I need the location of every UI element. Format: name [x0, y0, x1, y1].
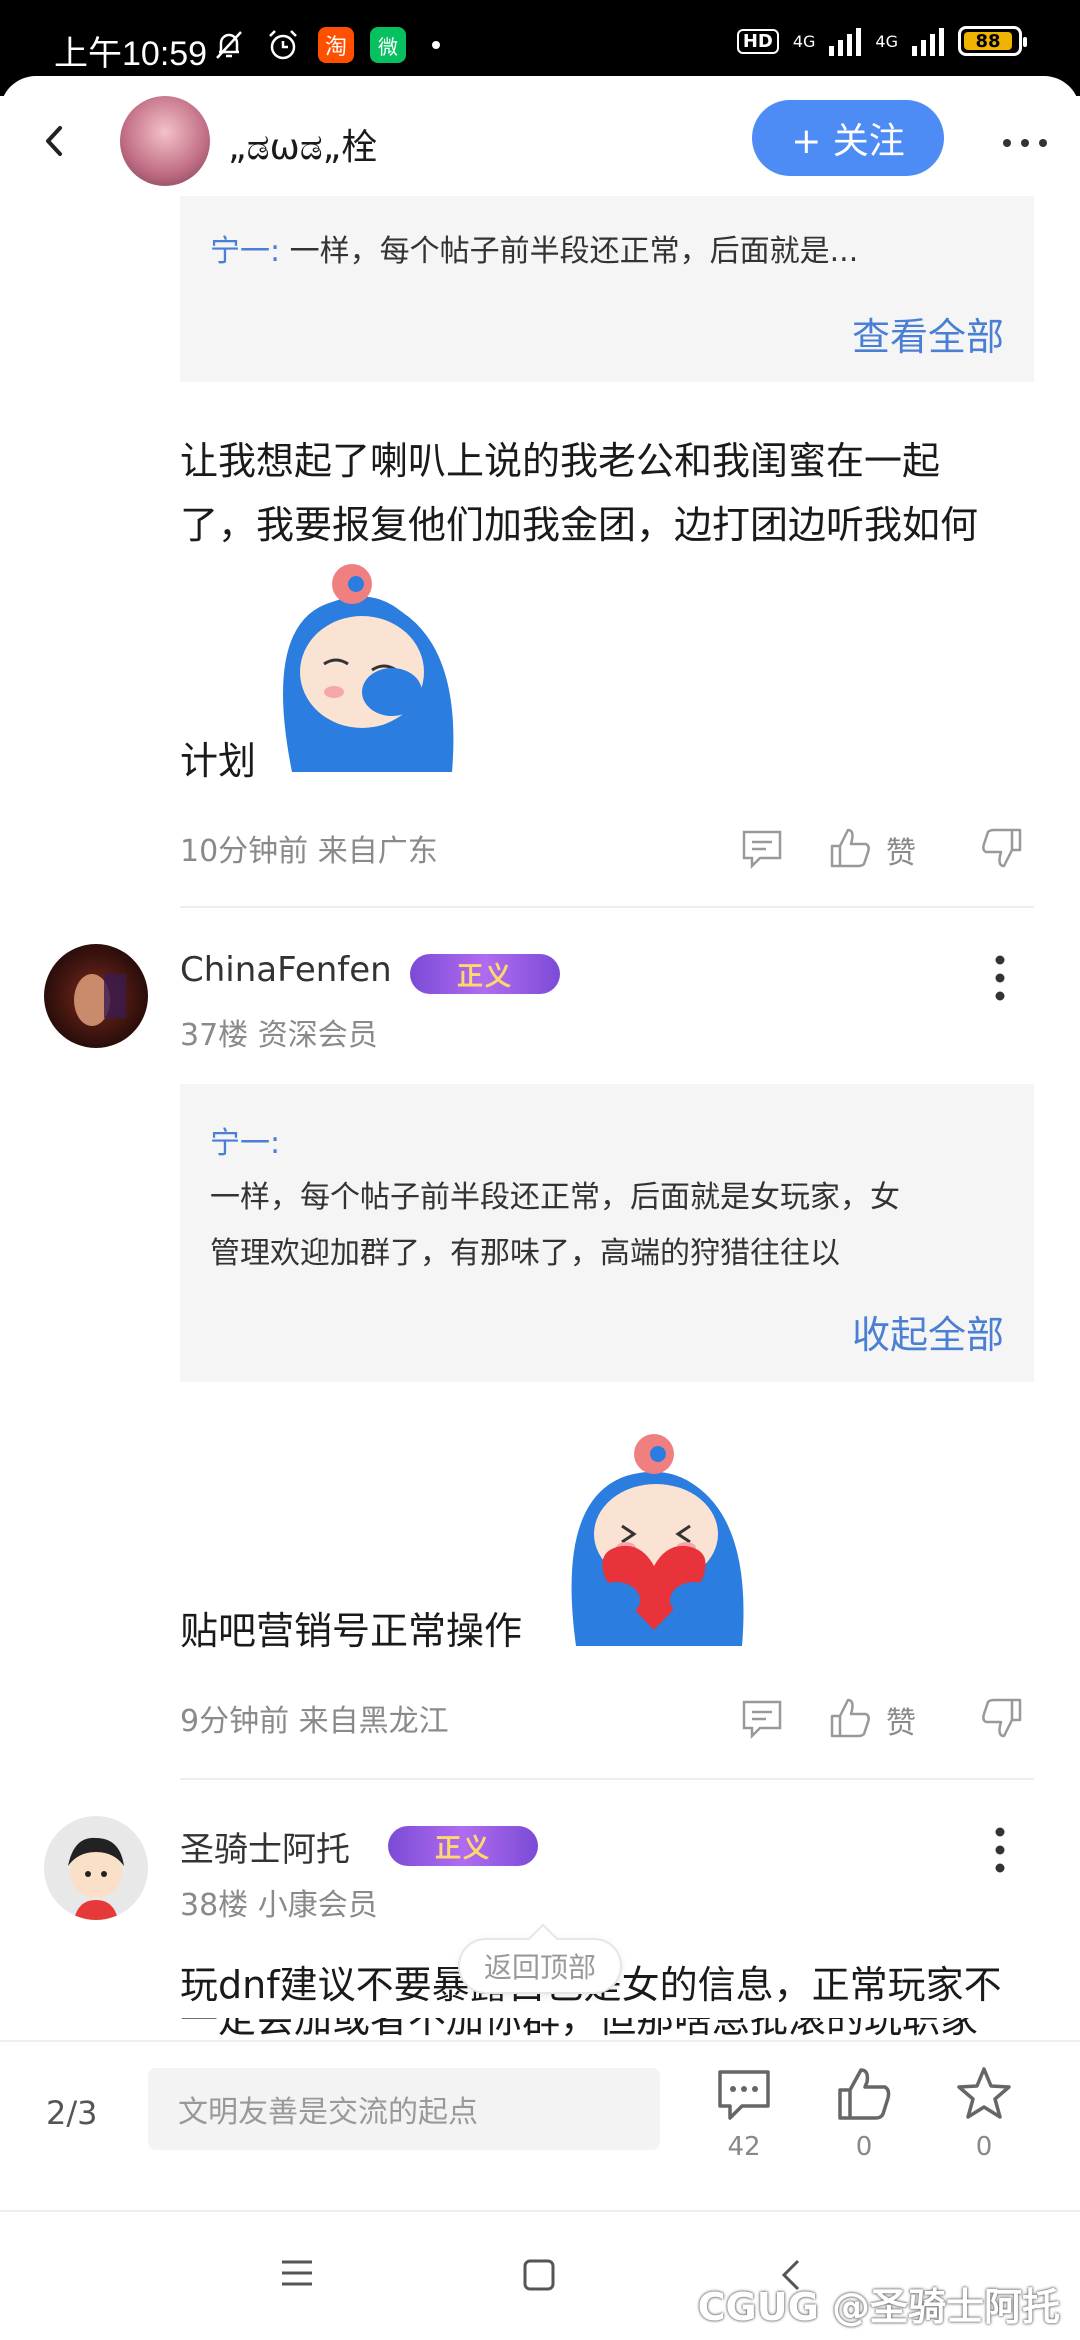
comment-meta: 9分钟前 来自黑龙江	[180, 1704, 449, 1739]
mute-bell-icon	[210, 26, 248, 64]
commenter-name[interactable]: 圣骑士阿托	[180, 1822, 350, 1871]
more-notifications-dot	[432, 41, 440, 49]
comment-options-icon[interactable]	[994, 954, 1006, 1002]
alarm-clock-icon	[264, 26, 302, 64]
thumbs-up-icon	[838, 2068, 891, 2120]
dislike-icon[interactable]	[980, 826, 1024, 870]
post-actions: 赞	[740, 820, 1040, 880]
quoted-reply-author[interactable]: 宁一:	[210, 234, 280, 269]
commenter-avatar[interactable]	[44, 1816, 148, 1920]
author-avatar[interactable]	[120, 96, 210, 186]
status-notification-icons: 淘 微	[210, 26, 440, 64]
quoted-reply-box[interactable]: 宁一: 一样，每个帖子前半段还正常，后面就是... 查看全部	[180, 196, 1034, 382]
member-badge: 正义	[388, 1826, 538, 1866]
watermark: CGUG @圣骑士阿托	[697, 2285, 1060, 2329]
emoji-sticker-facepalm	[283, 564, 454, 772]
comment-bubble-icon	[718, 2070, 770, 2120]
comment-body-line-text: 一定会加或者不加你群，但那啥急批滚的玩职家	[180, 2018, 979, 2040]
quoted-reply-content: 一样，每个帖子前半段还正常，后面就是女玩家，女 管理欢迎加群了，有那味了，高端的…	[210, 1170, 1010, 1282]
post-body-line: 让我想起了喇叭上说的我老公和我闺蜜在一起	[180, 439, 941, 483]
back-to-top-button[interactable]: 返回顶部	[458, 1938, 622, 1994]
view-all-link[interactable]: 查看全部	[852, 306, 1004, 361]
comment-options-icon[interactable]	[994, 1826, 1006, 1874]
network-type-1: 4G	[792, 31, 816, 51]
post-meta: 10分钟前 来自广东	[180, 834, 438, 869]
post-header: „ಡωಡ„栓 + 关注	[0, 76, 1080, 206]
hd-voice-icon: HD	[736, 28, 779, 54]
bottom-action-bar: 2/3 文明友善是交流的起点 42 0 0	[0, 2040, 1080, 2210]
network-type-2: 4G	[875, 31, 898, 51]
quoted-reply-text: 宁一: 一样，每个帖子前半段还正常，后面就是...	[210, 226, 858, 270]
like-icon[interactable]	[828, 1696, 872, 1740]
signal-icon-1	[829, 26, 862, 56]
reply-input[interactable]: 文明友善是交流的起点	[148, 2068, 660, 2150]
status-time: 上午10:59	[54, 35, 208, 73]
like-label[interactable]: 赞	[886, 828, 916, 872]
comment-floor-info: 38楼 小康会员	[180, 1888, 378, 1923]
quoted-reply-line: 管理欢迎加群了，有那味了，高端的狩猎往往以	[210, 1236, 840, 1271]
dislike-icon[interactable]	[980, 1696, 1024, 1740]
menu-icon[interactable]	[280, 2258, 314, 2288]
comment-floor-info: 37楼 资深会员	[180, 1018, 378, 1053]
back-arrow-icon[interactable]	[30, 116, 80, 166]
battery-level: 88	[964, 32, 1012, 52]
comment-divider	[180, 1778, 1034, 1780]
favorite-count: 0	[975, 2132, 993, 2162]
comment-actions: 赞	[740, 1690, 1040, 1750]
like-icon[interactable]	[828, 826, 872, 870]
comments-button[interactable]: 42	[704, 2064, 784, 2162]
status-system-icons: HD 4G 4G 88	[736, 26, 1027, 56]
quoted-reply-box-expanded[interactable]: 宁一: 一样，每个帖子前半段还正常，后面就是女玩家，女 管理欢迎加群了，有那味了…	[180, 1084, 1034, 1382]
member-badge: 正义	[410, 954, 560, 994]
collapse-all-link[interactable]: 收起全部	[852, 1304, 1004, 1359]
post-body-line: 了，我要报复他们加我金团，边打团边听我如何	[180, 503, 979, 547]
comment-count: 42	[727, 2132, 761, 2162]
page-indicator[interactable]: 2/3	[46, 2094, 98, 2132]
author-name[interactable]: „ಡωಡ„栓	[228, 118, 377, 170]
follow-button[interactable]: + 关注	[752, 100, 944, 176]
taobao-app-icon: 淘	[318, 27, 354, 63]
comment-divider	[180, 906, 1034, 908]
star-icon	[957, 2067, 1011, 2119]
comment-body-line-partial: 一定会加或者不加你群，但那啥急批滚的玩职家	[180, 2018, 1040, 2040]
wechat-app-icon: 微	[370, 27, 406, 63]
comment-body: 贴吧营销号正常操作	[180, 1609, 523, 1653]
home-icon[interactable]	[522, 2258, 556, 2292]
signal-icon-2	[912, 26, 944, 56]
like-post-button[interactable]: 0	[824, 2064, 904, 2162]
like-label[interactable]: 赞	[886, 1698, 916, 1742]
favorite-button[interactable]: 0	[944, 2064, 1024, 2162]
commenter-name[interactable]: ChinaFenfen	[180, 950, 392, 990]
battery-icon: 88	[958, 26, 1027, 56]
quoted-reply-line: 一样，每个帖子前半段还正常，后面就是女玩家，女	[210, 1180, 900, 1215]
reply-icon[interactable]	[740, 1696, 784, 1740]
quoted-reply-content: 一样，每个帖子前半段还正常，后面就是...	[280, 234, 859, 269]
commenter-avatar[interactable]	[44, 944, 148, 1048]
quoted-reply-author[interactable]: 宁一:	[210, 1118, 280, 1162]
like-count: 0	[855, 2132, 873, 2162]
more-options-icon[interactable]	[1000, 136, 1050, 150]
reply-icon[interactable]	[740, 826, 784, 870]
